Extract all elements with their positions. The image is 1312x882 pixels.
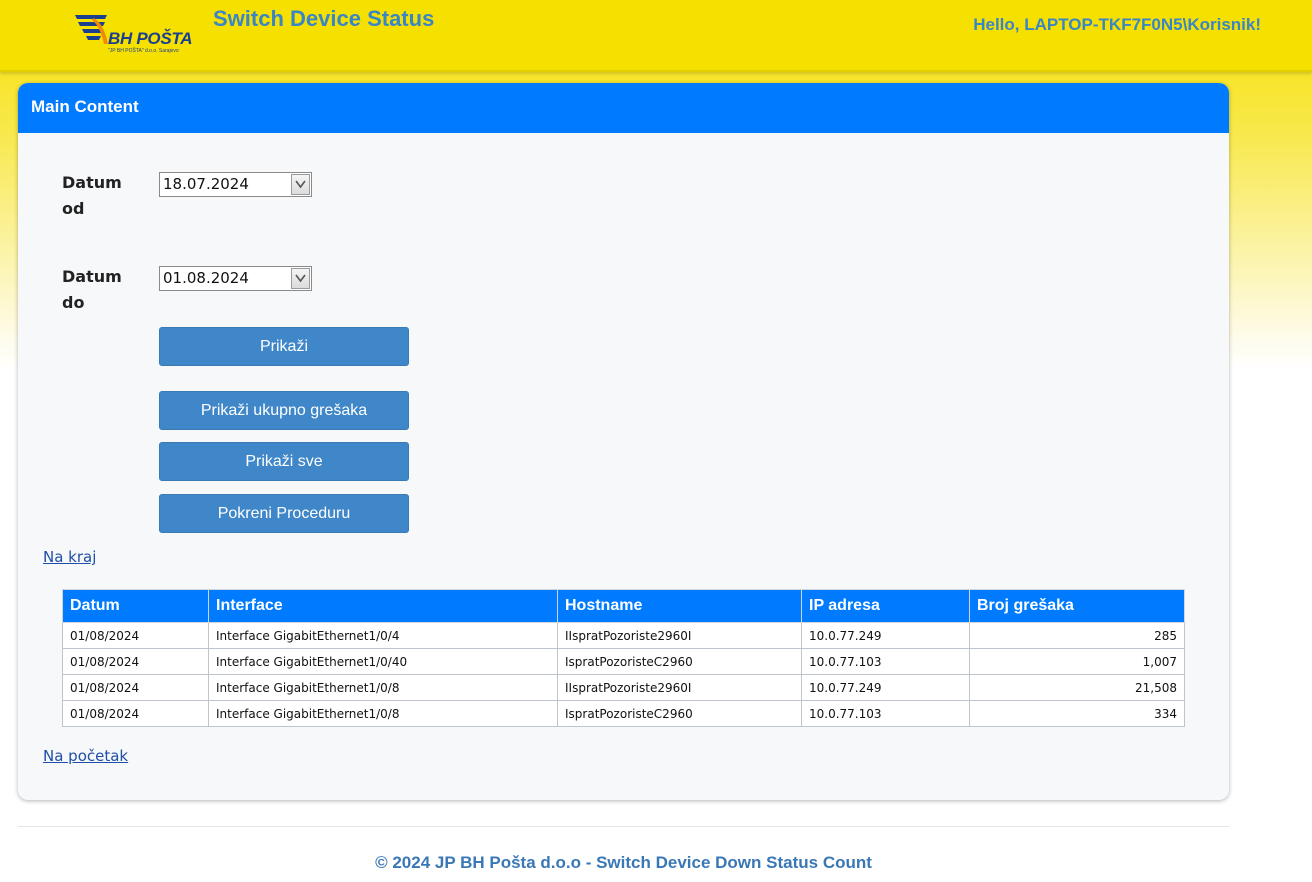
bh-posta-logo[interactable]: BH POŠTA "JP BH POŠTA" d.o.o. Sarajevo: [74, 12, 194, 58]
cell-interface: Interface GigabitEthernet1/0/8: [208, 700, 558, 727]
cell-error-count: 285: [969, 622, 1185, 649]
top-bar: BH POŠTA "JP BH POŠTA" d.o.o. Sarajevo S…: [0, 0, 1312, 72]
cell-error-count: 1,007: [969, 648, 1185, 675]
date-from-value: 18.07.2024: [163, 175, 249, 193]
table-row: 01/08/2024 Interface GigabitEthernet1/0/…: [62, 648, 1185, 675]
table-row: 01/08/2024 Interface GigabitEthernet1/0/…: [62, 700, 1185, 727]
column-header-datum[interactable]: Datum: [62, 589, 209, 623]
cell-ip: 10.0.77.103: [801, 648, 970, 675]
cell-interface: Interface GigabitEthernet1/0/8: [208, 674, 558, 701]
date-to-label-line1: Datum: [62, 267, 122, 286]
cell-ip: 10.0.77.103: [801, 700, 970, 727]
date-from-label-line2: od: [62, 199, 85, 218]
date-from-select[interactable]: 18.07.2024: [159, 172, 312, 197]
cell-hostname: IIspratPozoriste2960I: [557, 674, 802, 701]
footer-divider: [18, 826, 1229, 827]
table-row: 01/08/2024 Interface GigabitEthernet1/0/…: [62, 622, 1185, 649]
column-header-error-count[interactable]: Broj grešaka: [969, 589, 1185, 623]
date-to-value: 01.08.2024: [163, 269, 249, 287]
cell-hostname: IspratPozoristeC2960: [557, 648, 802, 675]
chevron-down-icon[interactable]: [291, 268, 310, 289]
column-header-ip[interactable]: IP adresa: [801, 589, 970, 623]
show-all-button[interactable]: Prikaži sve: [159, 442, 409, 481]
cell-interface: Interface GigabitEthernet1/0/4: [208, 622, 558, 649]
cell-ip: 10.0.77.249: [801, 622, 970, 649]
app-title: Switch Device Status: [213, 6, 435, 31]
show-total-errors-button[interactable]: Prikaži ukupno grešaka: [159, 391, 409, 430]
date-to-label-line2: do: [62, 293, 85, 312]
chevron-down-icon[interactable]: [291, 174, 310, 195]
cell-interface: Interface GigabitEthernet1/0/40: [208, 648, 558, 675]
cell-ip: 10.0.77.249: [801, 674, 970, 701]
column-header-hostname[interactable]: Hostname: [557, 589, 802, 623]
logo-subtext: "JP BH POŠTA" d.o.o. Sarajevo: [108, 48, 179, 54]
cell-hostname: IIspratPozoriste2960I: [557, 622, 802, 649]
footer-text: © 2024 JP BH Pošta d.o.o - Switch Device…: [375, 853, 872, 872]
date-from-label: Datum od: [62, 170, 132, 222]
date-to-label: Datum do: [62, 264, 132, 316]
show-button[interactable]: Prikaži: [159, 327, 409, 366]
user-greeting: Hello, LAPTOP-TKF7F0N5\Korisnik!: [973, 15, 1261, 34]
cell-hostname: IspratPozoristeC2960: [557, 700, 802, 727]
cell-datum: 01/08/2024: [62, 674, 209, 701]
date-from-label-line1: Datum: [62, 173, 122, 192]
date-to-select[interactable]: 01.08.2024: [159, 266, 312, 291]
table-row: 01/08/2024 Interface GigabitEthernet1/0/…: [62, 674, 1185, 701]
cell-datum: 01/08/2024: [62, 648, 209, 675]
logo-text: BH POŠTA: [108, 29, 193, 48]
run-procedure-button[interactable]: Pokreni Proceduru: [159, 494, 409, 533]
bh-posta-logo-icon: [75, 15, 108, 44]
cell-error-count: 334: [969, 700, 1185, 727]
cell-datum: 01/08/2024: [62, 622, 209, 649]
error-table: Datum Interface Hostname IP adresa Broj …: [62, 589, 1185, 727]
card-header: Main Content: [18, 83, 1229, 133]
cell-datum: 01/08/2024: [62, 700, 209, 727]
go-to-start-link[interactable]: Na početak: [43, 747, 128, 765]
cell-error-count: 21,508: [969, 674, 1185, 701]
column-header-interface[interactable]: Interface: [208, 589, 558, 623]
table-header-row: Datum Interface Hostname IP adresa Broj …: [62, 589, 1185, 623]
go-to-end-link[interactable]: Na kraj: [43, 548, 96, 566]
main-content-card: Main Content Datum od 18.07.2024 Datum d…: [18, 83, 1229, 800]
